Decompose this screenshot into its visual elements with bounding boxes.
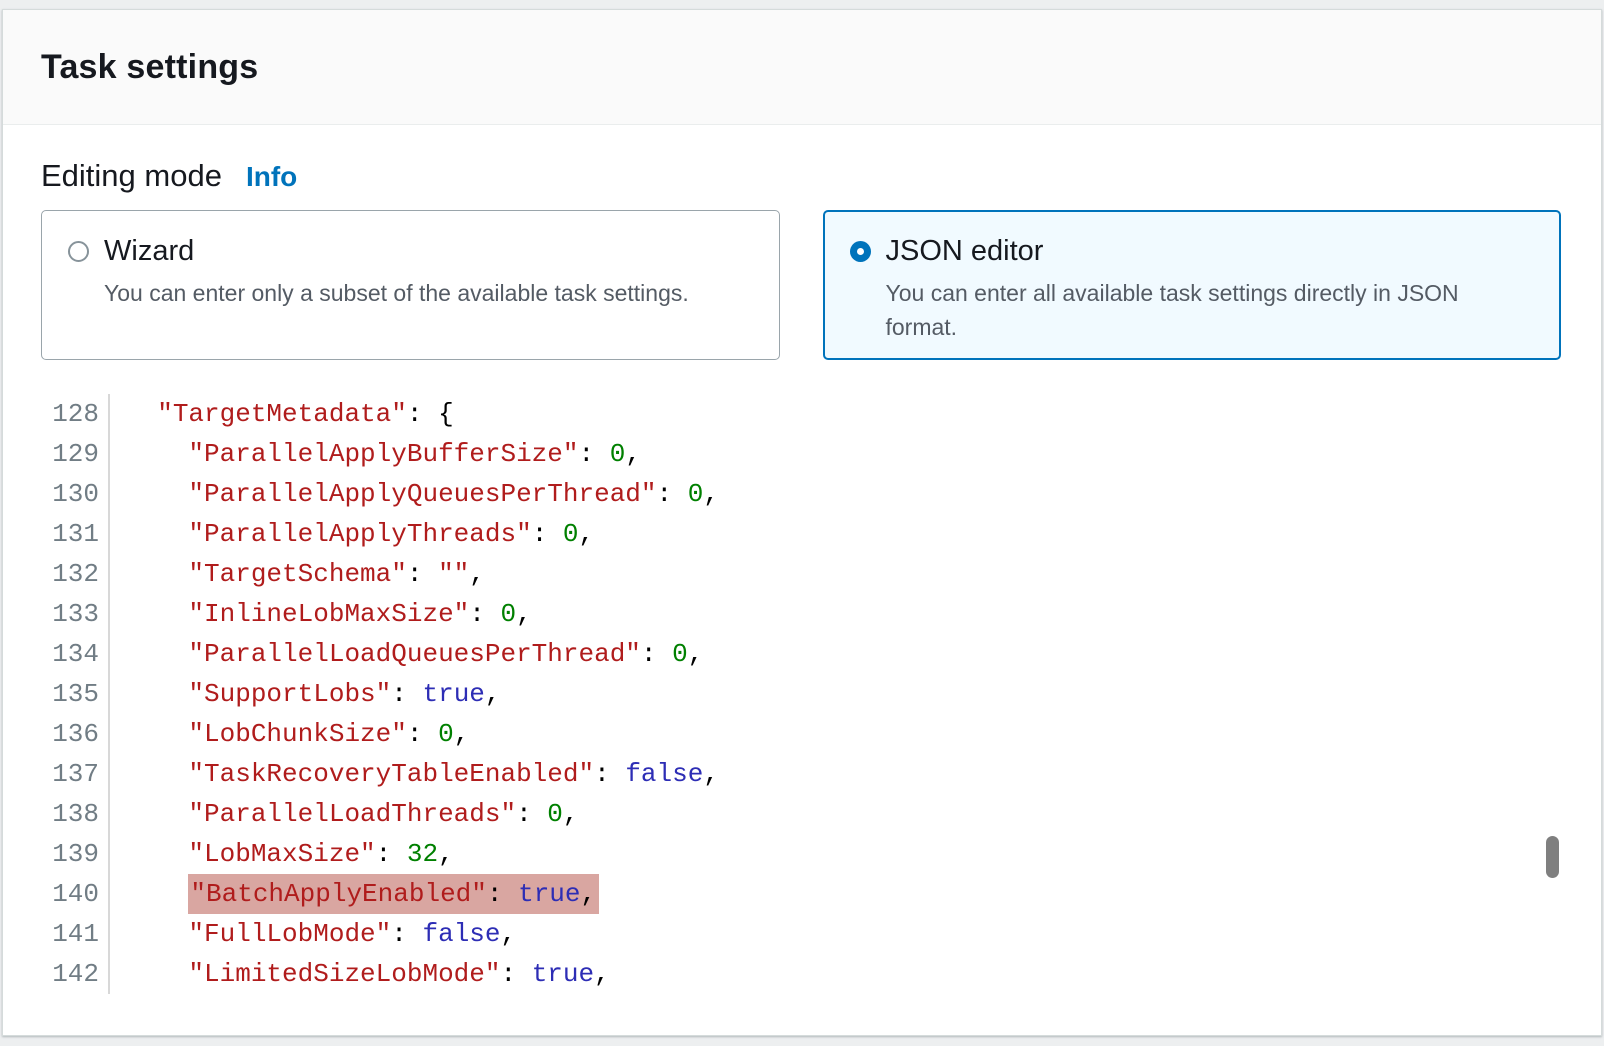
code-line[interactable]: 135 "SupportLobs": true, bbox=[3, 674, 1561, 714]
code-line[interactable]: 142 "LimitedSizeLobMode": true, bbox=[3, 954, 1561, 994]
task-settings-panel: Task settings Editing mode Info Wizard Y… bbox=[2, 9, 1602, 1036]
wizard-description: You can enter only a subset of the avail… bbox=[104, 276, 755, 310]
code-line-text[interactable]: "TargetMetadata": { bbox=[110, 394, 454, 434]
wizard-radio-button[interactable] bbox=[68, 241, 89, 262]
code-line[interactable]: 129 "ParallelApplyBufferSize": 0, bbox=[3, 434, 1561, 474]
line-number: 129 bbox=[3, 434, 110, 474]
line-number: 141 bbox=[3, 914, 110, 954]
code-line[interactable]: 139 "LobMaxSize": 32, bbox=[3, 834, 1561, 874]
line-number: 128 bbox=[3, 394, 110, 434]
code-line-text[interactable]: "LobChunkSize": 0, bbox=[110, 714, 469, 754]
code-line-text[interactable]: "LobMaxSize": 32, bbox=[110, 834, 454, 874]
code-line[interactable]: 128 "TargetMetadata": { bbox=[3, 394, 1561, 434]
code-line[interactable]: 137 "TaskRecoveryTableEnabled": false, bbox=[3, 754, 1561, 794]
code-line-text[interactable]: "TaskRecoveryTableEnabled": false, bbox=[110, 754, 719, 794]
option-card-json-editor-top: JSON editor bbox=[850, 235, 1537, 268]
code-line-text[interactable]: "FullLobMode": false, bbox=[110, 914, 516, 954]
code-line-text[interactable]: "ParallelLoadQueuesPerThread": 0, bbox=[110, 634, 703, 674]
code-line[interactable]: 138 "ParallelLoadThreads": 0, bbox=[3, 794, 1561, 834]
line-number: 139 bbox=[3, 834, 110, 874]
json-editor-radio-button[interactable] bbox=[850, 241, 871, 262]
line-number: 131 bbox=[3, 514, 110, 554]
info-link[interactable]: Info bbox=[246, 161, 297, 193]
code-line[interactable]: 131 "ParallelApplyThreads": 0, bbox=[3, 514, 1561, 554]
code-line[interactable]: 140 "BatchApplyEnabled": true, bbox=[3, 874, 1561, 914]
code-line-text[interactable]: "ParallelLoadThreads": 0, bbox=[110, 794, 579, 834]
line-number: 134 bbox=[3, 634, 110, 674]
scrollbar-thumb[interactable] bbox=[1546, 836, 1559, 878]
panel-header: Task settings bbox=[3, 10, 1601, 125]
code-line-text[interactable]: "SupportLobs": true, bbox=[110, 674, 501, 714]
line-number: 135 bbox=[3, 674, 110, 714]
editing-mode-options: Wizard You can enter only a subset of th… bbox=[41, 210, 1561, 360]
line-number: 136 bbox=[3, 714, 110, 754]
code-line[interactable]: 132 "TargetSchema": "", bbox=[3, 554, 1561, 594]
json-editor-code-area[interactable]: 128 "TargetMetadata": {129 "ParallelAppl… bbox=[3, 394, 1561, 1018]
code-line-text[interactable]: "LimitedSizeLobMode": true, bbox=[110, 954, 610, 994]
line-number: 137 bbox=[3, 754, 110, 794]
wizard-label: Wizard bbox=[104, 235, 194, 268]
code-line-text[interactable]: "ParallelApplyBufferSize": 0, bbox=[110, 434, 641, 474]
page-title: Task settings bbox=[41, 48, 258, 87]
line-number: 130 bbox=[3, 474, 110, 514]
editing-mode-row: Editing mode Info bbox=[41, 158, 1561, 194]
code-line[interactable]: 134 "ParallelLoadQueuesPerThread": 0, bbox=[3, 634, 1561, 674]
code-line-text[interactable]: "ParallelApplyQueuesPerThread": 0, bbox=[110, 474, 719, 514]
code-line[interactable]: 141 "FullLobMode": false, bbox=[3, 914, 1561, 954]
code-line[interactable]: 130 "ParallelApplyQueuesPerThread": 0, bbox=[3, 474, 1561, 514]
code-line[interactable]: 136 "LobChunkSize": 0, bbox=[3, 714, 1561, 754]
line-number: 132 bbox=[3, 554, 110, 594]
json-editor-description: You can enter all available task setting… bbox=[886, 276, 1537, 344]
code-line-text[interactable]: "ParallelApplyThreads": 0, bbox=[110, 514, 594, 554]
code-line-text[interactable]: "BatchApplyEnabled": true, bbox=[110, 874, 599, 914]
option-card-wizard-top: Wizard bbox=[68, 235, 755, 268]
code-line[interactable]: 133 "InlineLobMaxSize": 0, bbox=[3, 594, 1561, 634]
json-editor-label: JSON editor bbox=[886, 235, 1044, 268]
line-number: 140 bbox=[3, 874, 110, 914]
code-line-text[interactable]: "TargetSchema": "", bbox=[110, 554, 485, 594]
selection-highlight: "BatchApplyEnabled": true, bbox=[188, 874, 599, 914]
line-number: 133 bbox=[3, 594, 110, 634]
option-card-json-editor[interactable]: JSON editor You can enter all available … bbox=[823, 210, 1562, 360]
line-number: 142 bbox=[3, 954, 110, 994]
editing-mode-label: Editing mode bbox=[41, 158, 222, 194]
code-line-text[interactable]: "InlineLobMaxSize": 0, bbox=[110, 594, 532, 634]
line-number: 138 bbox=[3, 794, 110, 834]
option-card-wizard[interactable]: Wizard You can enter only a subset of th… bbox=[41, 210, 780, 360]
panel-content: Editing mode Info Wizard You can enter o… bbox=[3, 125, 1601, 1018]
